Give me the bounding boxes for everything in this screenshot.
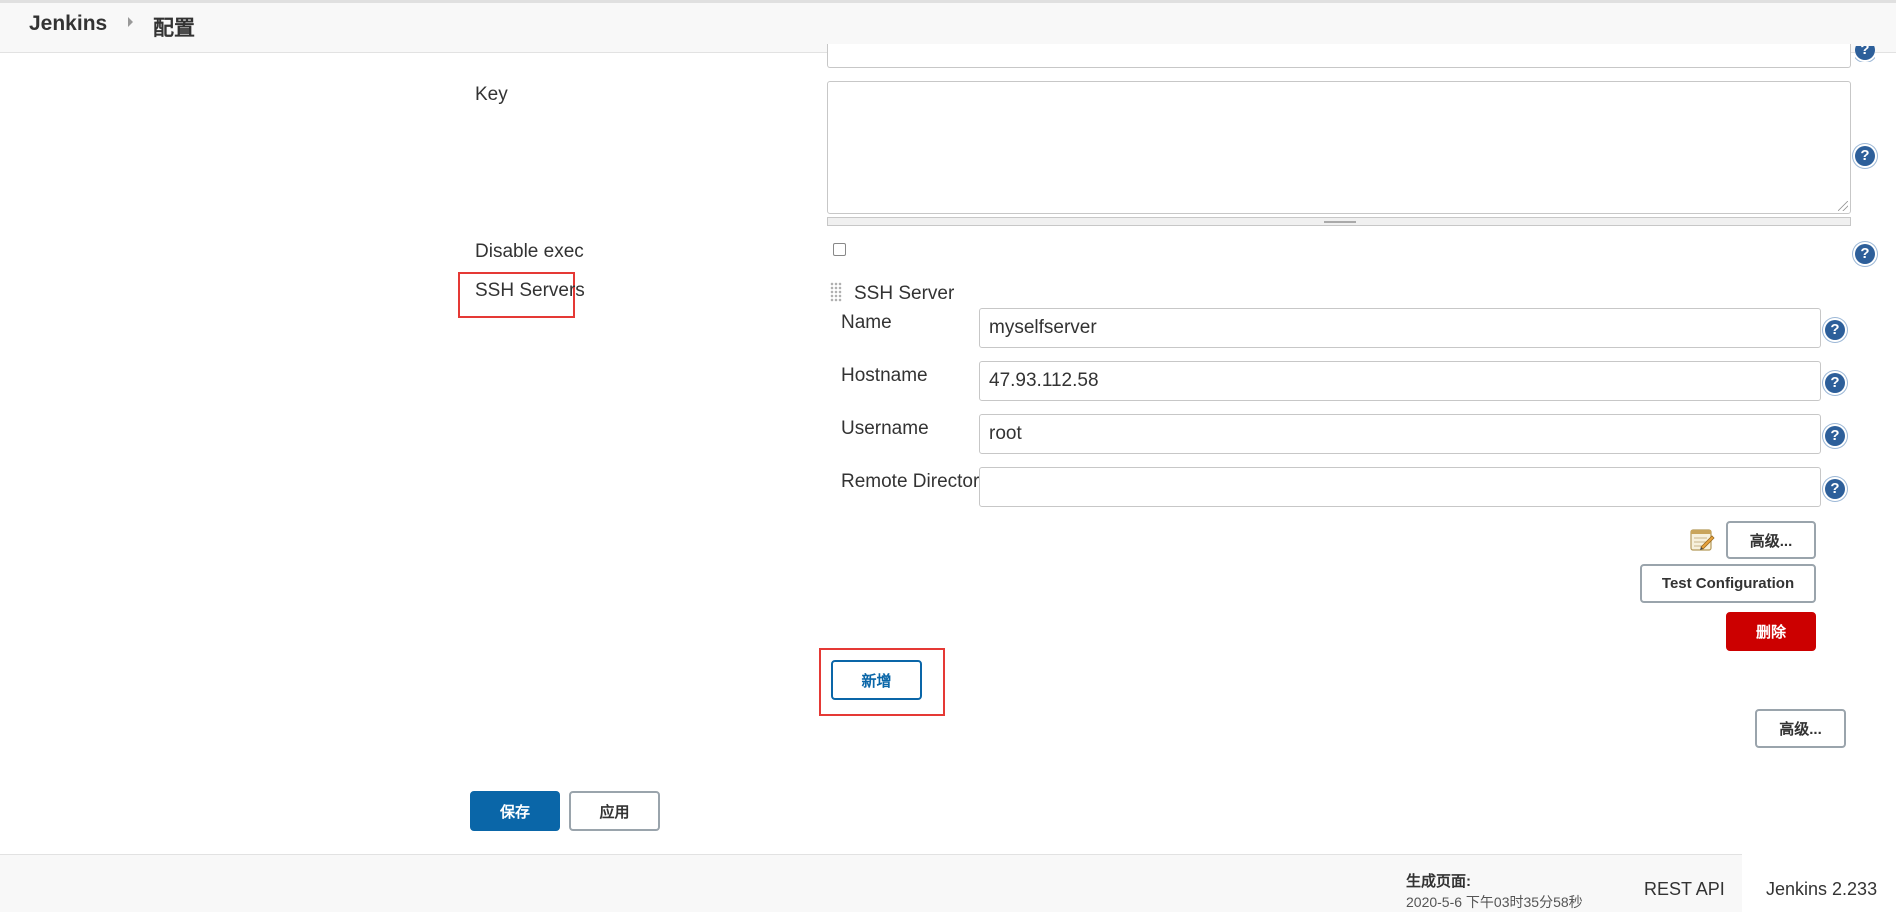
- key-label: Key: [475, 84, 508, 105]
- generated-label: 生成页面:: [1406, 873, 1471, 890]
- breadcrumb-separator-icon: [128, 17, 133, 27]
- textarea-expand-bar[interactable]: [827, 217, 1851, 226]
- key-help-icon[interactable]: ?: [1855, 146, 1875, 166]
- partial-help-icon-wrapper: ?: [1855, 46, 1875, 62]
- remote-directory-help-icon[interactable]: ?: [1825, 479, 1845, 499]
- username-input[interactable]: root: [979, 414, 1821, 454]
- delete-button[interactable]: 删除: [1726, 612, 1816, 651]
- ssh-server-header: SSH Server: [854, 283, 955, 304]
- footer: [0, 854, 1896, 912]
- key-textarea[interactable]: [827, 81, 1851, 214]
- add-button[interactable]: 新增: [831, 660, 922, 700]
- name-input[interactable]: myselfserver: [979, 308, 1821, 348]
- apply-button[interactable]: 应用: [569, 791, 660, 831]
- resize-handle-icon[interactable]: [1838, 201, 1848, 211]
- ssh-servers-label: SSH Servers: [475, 280, 585, 301]
- disable-exec-help-icon[interactable]: ?: [1855, 244, 1875, 264]
- notepad-icon[interactable]: [1689, 526, 1715, 552]
- ssh-server-advanced-button[interactable]: 高级...: [1726, 521, 1816, 559]
- test-configuration-button[interactable]: Test Configuration: [1640, 564, 1816, 603]
- generated-time: 2020-5-6 下午03时35分58秒: [1406, 894, 1583, 910]
- hostname-input[interactable]: 47.93.112.58: [979, 361, 1821, 401]
- hostname-label: Hostname: [841, 365, 928, 386]
- breadcrumb-jenkins[interactable]: Jenkins: [29, 12, 107, 36]
- advanced-button[interactable]: 高级...: [1755, 709, 1846, 748]
- partial-input-field[interactable]: [827, 44, 1851, 68]
- drag-handle-icon[interactable]: [830, 282, 842, 302]
- disable-exec-label: Disable exec: [475, 241, 584, 262]
- save-button[interactable]: 保存: [470, 791, 560, 831]
- name-help-icon[interactable]: ?: [1825, 320, 1845, 340]
- jenkins-version-link[interactable]: Jenkins 2.233: [1766, 879, 1877, 900]
- username-label: Username: [841, 418, 929, 439]
- disable-exec-checkbox[interactable]: [833, 243, 846, 256]
- remote-directory-label: Remote Directory: [841, 471, 989, 492]
- breadcrumb-current[interactable]: 配置: [153, 12, 195, 42]
- hostname-help-icon[interactable]: ?: [1825, 373, 1845, 393]
- username-help-icon[interactable]: ?: [1825, 426, 1845, 446]
- help-icon[interactable]: ?: [1855, 46, 1875, 60]
- name-label: Name: [841, 312, 892, 333]
- grip-icon: [1324, 221, 1356, 223]
- rest-api-link[interactable]: REST API: [1644, 879, 1725, 900]
- remote-directory-input[interactable]: [979, 467, 1821, 507]
